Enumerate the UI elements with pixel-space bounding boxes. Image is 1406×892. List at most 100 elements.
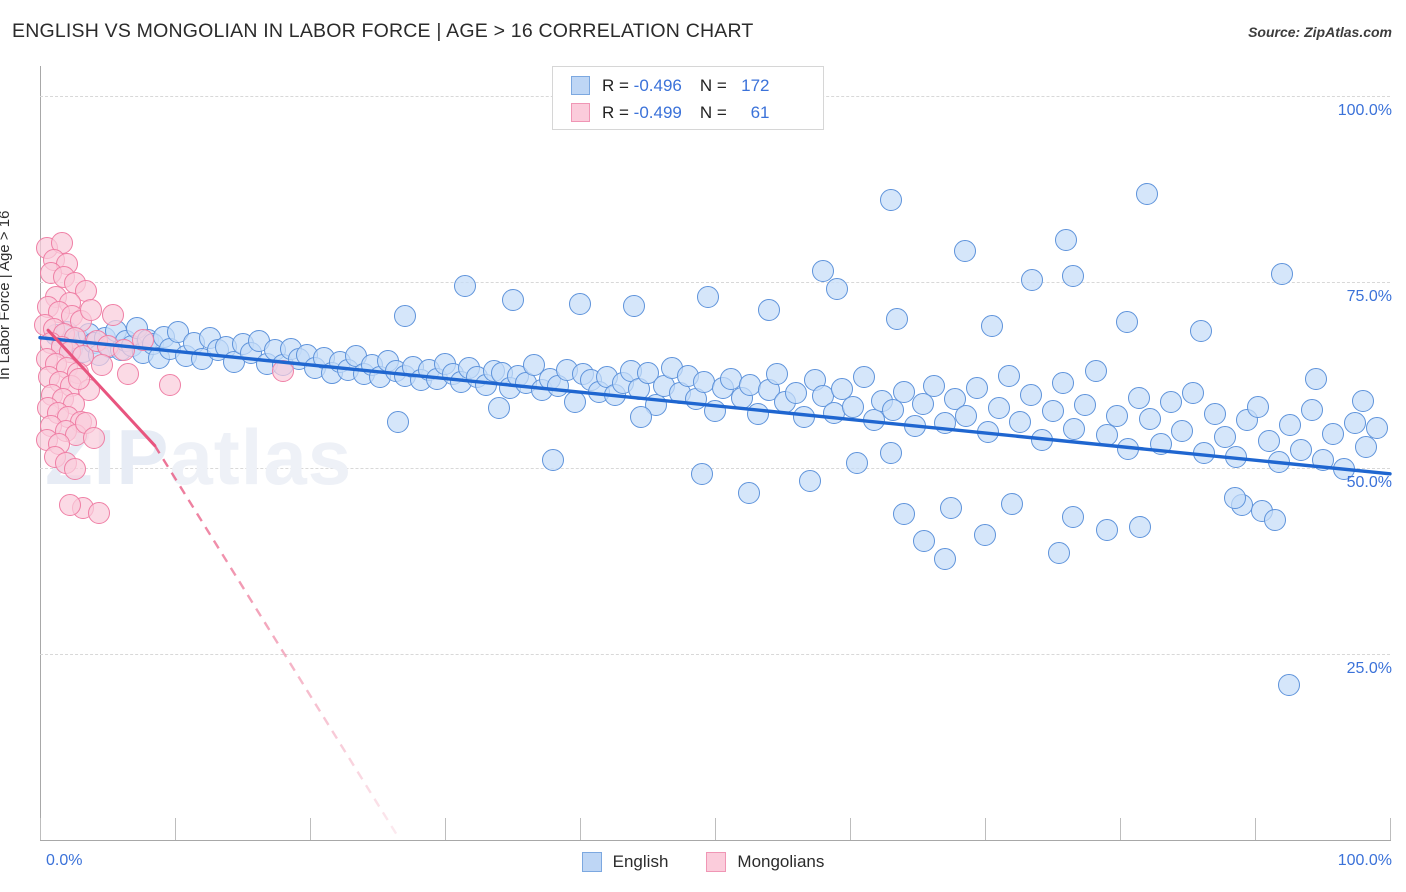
scatter-point-english[interactable] bbox=[965, 376, 988, 399]
scatter-point-english[interactable] bbox=[563, 391, 586, 414]
scatter-point-english[interactable] bbox=[1115, 311, 1138, 333]
scatter-point-english[interactable] bbox=[737, 482, 760, 505]
scatter-point-english[interactable] bbox=[922, 375, 945, 398]
scatter-point-english[interactable] bbox=[940, 497, 963, 520]
scatter-point-english[interactable] bbox=[825, 278, 848, 301]
scatter-point-english[interactable] bbox=[697, 285, 720, 308]
scatter-point-english[interactable] bbox=[1279, 413, 1302, 436]
scatter-point-mongolian[interactable] bbox=[131, 328, 154, 351]
scatter-point-english[interactable] bbox=[1352, 389, 1374, 412]
scatter-point-english[interactable] bbox=[933, 412, 956, 435]
scatter-point-english[interactable] bbox=[1264, 508, 1287, 531]
scatter-point-english[interactable] bbox=[1225, 446, 1248, 469]
scatter-point-mongolian[interactable] bbox=[88, 501, 111, 524]
scatter-point-english[interactable] bbox=[1009, 410, 1032, 433]
scatter-point-english[interactable] bbox=[766, 363, 789, 386]
scatter-point-english[interactable] bbox=[1055, 229, 1077, 252]
scatter-point-english[interactable] bbox=[1041, 400, 1064, 423]
scatter-point-english[interactable] bbox=[623, 294, 645, 317]
legend-item-english[interactable]: English bbox=[581, 852, 668, 872]
scatter-point-english[interactable] bbox=[1106, 404, 1129, 427]
scatter-point-english[interactable] bbox=[1138, 407, 1161, 430]
scatter-point-english[interactable] bbox=[793, 406, 816, 429]
scatter-point-english[interactable] bbox=[1084, 360, 1107, 383]
scatter-point-english[interactable] bbox=[1063, 418, 1086, 441]
scatter-point-english[interactable] bbox=[955, 404, 978, 427]
scatter-point-english[interactable] bbox=[886, 308, 909, 331]
scatter-point-english[interactable] bbox=[690, 462, 713, 485]
scatter-point-english[interactable] bbox=[953, 239, 976, 262]
scatter-point-english[interactable] bbox=[1160, 391, 1183, 414]
scatter-point-english[interactable] bbox=[1129, 516, 1152, 539]
scatter-point-english[interactable] bbox=[1095, 519, 1118, 542]
scatter-point-english[interactable] bbox=[1117, 437, 1140, 460]
scatter-point-english[interactable] bbox=[1203, 403, 1226, 426]
scatter-point-mongolian[interactable] bbox=[58, 494, 81, 517]
scatter-point-mongolian[interactable] bbox=[80, 299, 103, 322]
scatter-point-english[interactable] bbox=[1048, 541, 1071, 564]
scatter-point-english[interactable] bbox=[913, 529, 936, 552]
scatter-point-english[interactable] bbox=[841, 395, 864, 418]
scatter-point-english[interactable] bbox=[1300, 398, 1323, 421]
scatter-point-english[interactable] bbox=[758, 299, 780, 322]
scatter-point-english[interactable] bbox=[569, 293, 591, 316]
scatter-point-english[interactable] bbox=[893, 503, 915, 526]
scatter-point-english[interactable] bbox=[852, 366, 875, 389]
legend-item-mongolians[interactable]: Mongolians bbox=[706, 852, 824, 872]
scatter-point-english[interactable] bbox=[1277, 674, 1300, 697]
scatter-point-mongolian[interactable] bbox=[101, 303, 124, 326]
scatter-point-english[interactable] bbox=[903, 415, 926, 438]
scatter-point-english[interactable] bbox=[1365, 416, 1388, 439]
scatter-point-english[interactable] bbox=[1052, 372, 1075, 395]
scatter-point-english[interactable] bbox=[1223, 486, 1246, 509]
scatter-point-english[interactable] bbox=[1304, 367, 1327, 390]
scatter-point-mongolian[interactable] bbox=[272, 360, 294, 383]
scatter-point-english[interactable] bbox=[1257, 430, 1280, 453]
scatter-point-mongolian[interactable] bbox=[83, 427, 105, 450]
scatter-point-english[interactable] bbox=[1061, 506, 1084, 528]
scatter-point-english[interactable] bbox=[974, 523, 996, 546]
scatter-point-mongolian[interactable] bbox=[158, 373, 181, 396]
scatter-point-english[interactable] bbox=[1021, 269, 1044, 292]
scatter-point-english[interactable] bbox=[1073, 394, 1096, 417]
scatter-point-english[interactable] bbox=[501, 288, 524, 311]
scatter-point-english[interactable] bbox=[976, 421, 999, 444]
scatter-point-english[interactable] bbox=[879, 188, 902, 211]
scatter-point-english[interactable] bbox=[1354, 436, 1377, 459]
scatter-point-english[interactable] bbox=[1311, 449, 1334, 472]
scatter-point-english[interactable] bbox=[1127, 386, 1150, 409]
scatter-point-english[interactable] bbox=[933, 547, 956, 570]
scatter-point-english[interactable] bbox=[1214, 425, 1237, 448]
scatter-point-english[interactable] bbox=[1246, 395, 1269, 418]
scatter-point-english[interactable] bbox=[785, 382, 807, 405]
scatter-point-english[interactable] bbox=[1019, 383, 1042, 406]
scatter-point-english[interactable] bbox=[747, 403, 770, 426]
scatter-point-english[interactable] bbox=[987, 397, 1010, 420]
scatter-point-english[interactable] bbox=[704, 400, 726, 423]
scatter-point-english[interactable] bbox=[1030, 428, 1053, 451]
scatter-point-english[interactable] bbox=[1322, 422, 1345, 445]
scatter-point-english[interactable] bbox=[845, 452, 868, 475]
scatter-point-english[interactable] bbox=[454, 275, 477, 298]
scatter-point-english[interactable] bbox=[1289, 439, 1312, 462]
scatter-point-english[interactable] bbox=[629, 406, 652, 429]
scatter-point-english[interactable] bbox=[1343, 412, 1366, 435]
scatter-point-mongolian[interactable] bbox=[91, 354, 114, 377]
scatter-point-english[interactable] bbox=[1268, 450, 1291, 473]
scatter-point-english[interactable] bbox=[798, 470, 821, 493]
scatter-point-mongolian[interactable] bbox=[68, 367, 91, 390]
scatter-point-english[interactable] bbox=[488, 397, 510, 420]
scatter-point-english[interactable] bbox=[1192, 442, 1215, 464]
scatter-point-english[interactable] bbox=[1095, 424, 1118, 447]
scatter-point-english[interactable] bbox=[980, 315, 1003, 338]
scatter-point-english[interactable] bbox=[1001, 492, 1023, 515]
scatter-point-english[interactable] bbox=[386, 410, 409, 433]
scatter-point-english[interactable] bbox=[1149, 433, 1172, 456]
scatter-point-english[interactable] bbox=[1136, 183, 1158, 205]
scatter-point-english[interactable] bbox=[1181, 382, 1204, 405]
scatter-point-english[interactable] bbox=[1061, 264, 1084, 287]
scatter-point-english[interactable] bbox=[1171, 419, 1194, 442]
scatter-point-english[interactable] bbox=[1190, 319, 1212, 342]
scatter-point-english[interactable] bbox=[998, 364, 1021, 387]
scatter-point-english[interactable] bbox=[393, 305, 416, 328]
